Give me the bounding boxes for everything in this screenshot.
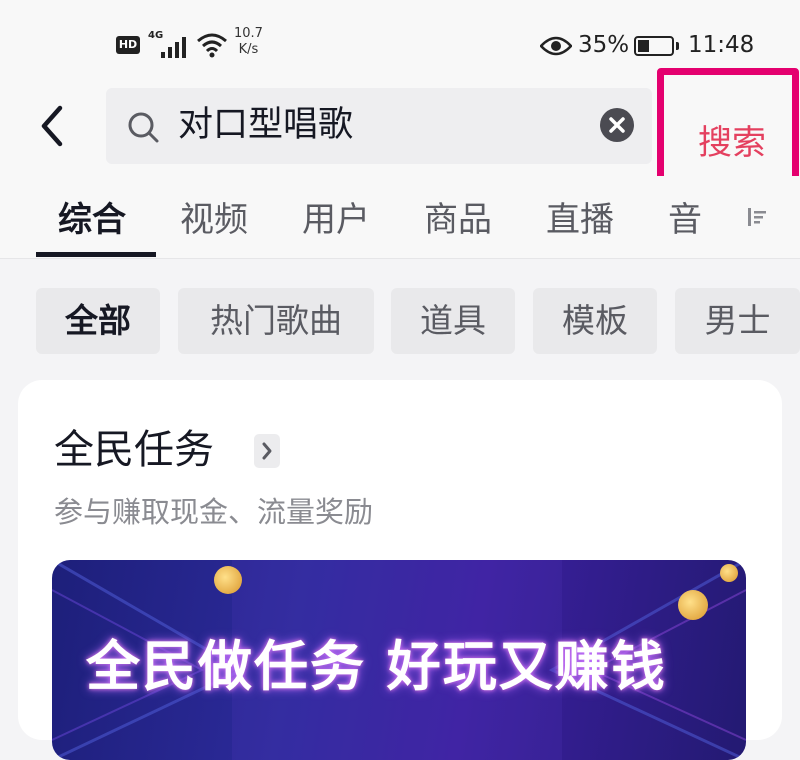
- chip-props[interactable]: 道具: [391, 288, 515, 354]
- battery-percent: 35%: [578, 32, 630, 58]
- battery-tip: [676, 42, 679, 50]
- search-icon: [128, 112, 159, 143]
- clear-icon[interactable]: [600, 108, 634, 142]
- chip-templates[interactable]: 模板: [533, 288, 657, 354]
- search-button-label: 搜索: [698, 123, 766, 163]
- network-speed-unit: K/s: [238, 42, 259, 57]
- card-subtitle: 参与赚取现金、流量奖励: [54, 495, 374, 529]
- task-banner[interactable]: 全民做任务 好玩又赚钱: [52, 560, 746, 760]
- tab-videos[interactable]: 视频: [180, 192, 248, 241]
- result-tabs: 综合 视频 用户 商品 直播 音: [0, 176, 800, 259]
- tab-comprehensive[interactable]: 综合: [58, 192, 126, 241]
- hd-icon: HD: [116, 36, 140, 54]
- filter-icon[interactable]: [746, 206, 768, 228]
- network-speed: 10.7 K/s: [234, 26, 263, 58]
- chip-all[interactable]: 全部: [36, 288, 160, 354]
- filter-chips: 全部 热门歌曲 道具 模板 男士: [0, 288, 800, 356]
- chevron-right-glyph: [262, 442, 272, 460]
- network-speed-value: 10.7: [234, 26, 263, 41]
- tab-music[interactable]: 音: [668, 192, 718, 246]
- clock: 11:48: [688, 32, 755, 58]
- eye-comfort-icon: [540, 36, 572, 56]
- battery-level-fill: [638, 40, 649, 52]
- signal-icon: [161, 37, 186, 58]
- coin-icon: [678, 590, 708, 620]
- chip-hot-songs[interactable]: 热门歌曲: [178, 288, 374, 354]
- tab-live[interactable]: 直播: [546, 192, 614, 241]
- back-arrow-icon[interactable]: [30, 102, 78, 150]
- coin-icon: [720, 564, 738, 582]
- tab-users[interactable]: 用户: [302, 192, 370, 241]
- search-input[interactable]: 对口型唱歌: [106, 88, 652, 164]
- task-card[interactable]: 全民任务 参与赚取现金、流量奖励 全民做任务 好玩又赚钱: [18, 380, 782, 760]
- coin-icon: [214, 566, 242, 594]
- card-title[interactable]: 全民任务: [54, 426, 214, 474]
- battery-icon: [634, 36, 674, 56]
- chevron-right-icon[interactable]: [254, 434, 280, 468]
- search-header: 对口型唱歌 搜索: [0, 68, 800, 212]
- active-tab-indicator: [36, 252, 156, 257]
- wifi-icon: [197, 33, 227, 58]
- banner-headline: 全民做任务 好玩又赚钱: [86, 635, 667, 698]
- clear-x-mark: [609, 117, 625, 133]
- chip-men[interactable]: 男士: [675, 288, 800, 354]
- search-query[interactable]: 对口型唱歌: [178, 102, 353, 148]
- tab-products[interactable]: 商品: [424, 192, 492, 241]
